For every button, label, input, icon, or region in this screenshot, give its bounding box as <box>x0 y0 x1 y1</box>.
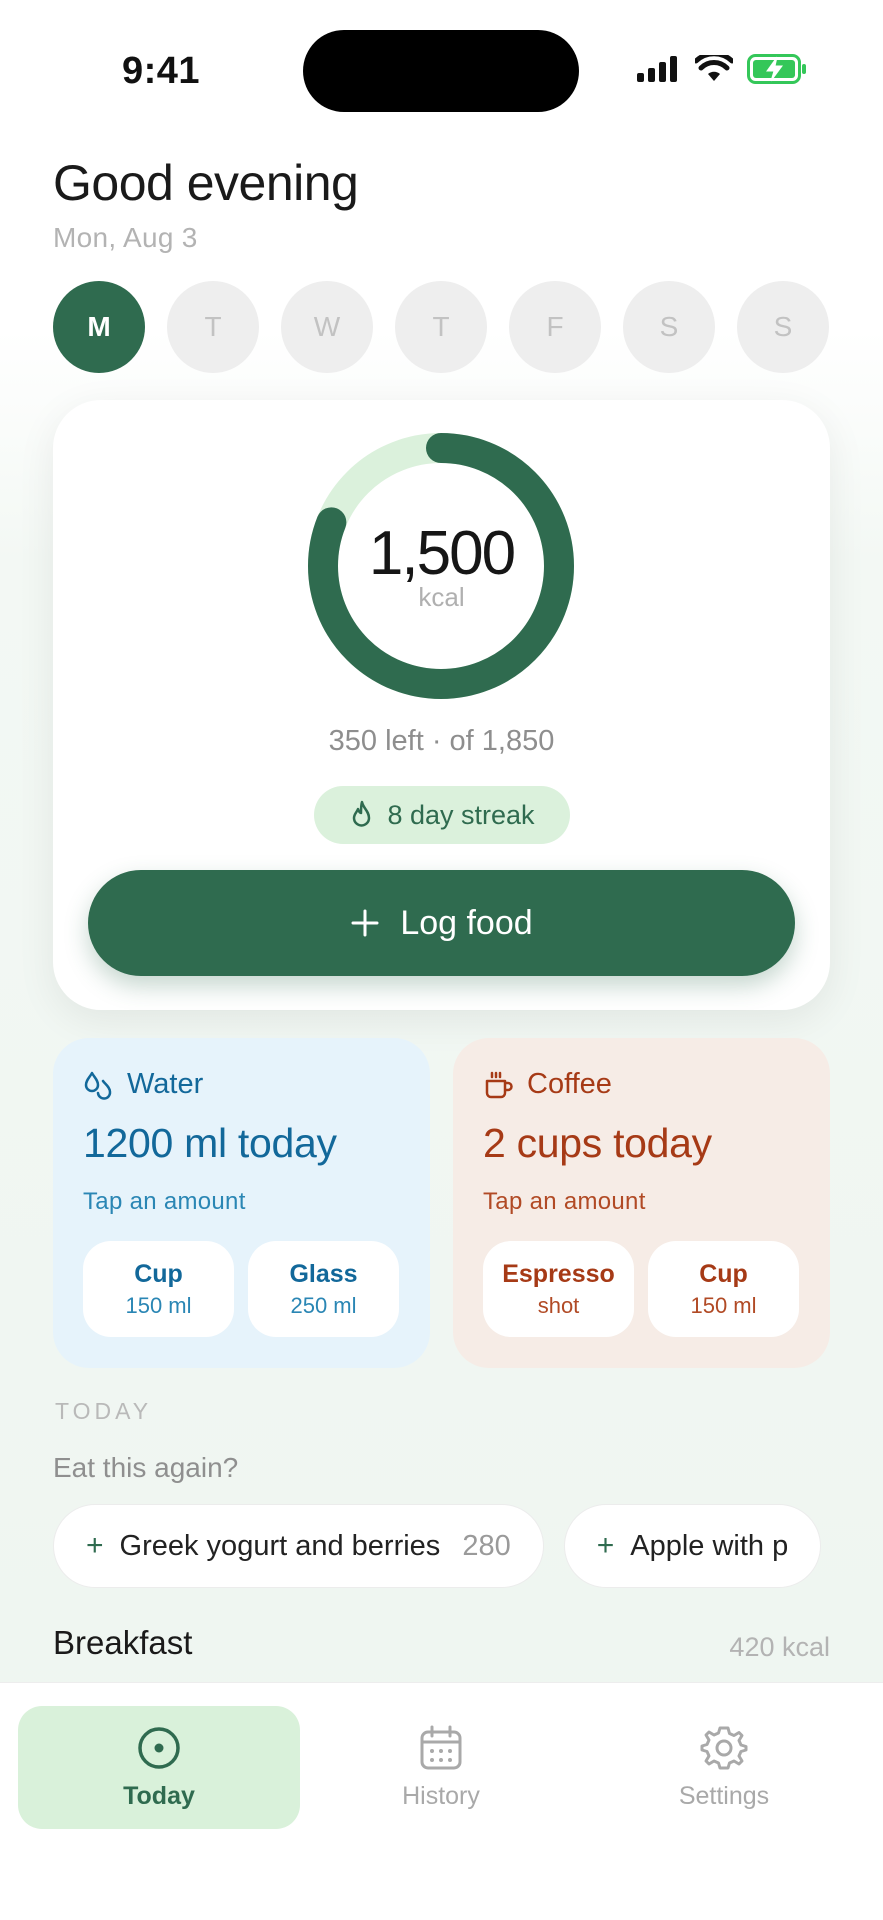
tab-today-label: Today <box>123 1782 195 1810</box>
water-amount: 1200 ml today <box>83 1120 337 1166</box>
day-friday-button[interactable]: F <box>509 281 601 373</box>
coffee-options: Espresso shot Cup 150 ml <box>483 1241 799 1337</box>
gear-icon <box>700 1726 748 1770</box>
target-icon <box>138 1727 180 1769</box>
coffee-card-header: Coffee <box>483 1068 612 1101</box>
signal-icon <box>637 56 677 82</box>
water-hint: Tap an amount <box>83 1188 246 1215</box>
option-size: 150 ml <box>690 1292 757 1318</box>
eat-again-label: Eat this again? <box>53 1452 239 1483</box>
calories-remaining-text: 350 left · of 1,850 <box>328 725 555 757</box>
calorie-summary-card: 1,500 kcal 350 left · of 1,850 8 day str… <box>53 400 830 1010</box>
suggestions-carousel[interactable]: + Greek yogurt and berries 280 + Apple w… <box>53 1504 830 1590</box>
meal-kcal-breakfast: 420 kcal <box>729 1632 830 1662</box>
suggestion-chip[interactable]: + Apple with p <box>563 1504 822 1588</box>
option-size: shot <box>537 1292 580 1318</box>
option-size: 250 ml <box>290 1292 357 1318</box>
day-sunday-button[interactable]: S <box>737 281 829 373</box>
plus-icon <box>351 909 379 937</box>
status-bar: 9:41 <box>0 0 883 112</box>
calories-unit: kcal <box>418 582 465 612</box>
water-title: Water <box>127 1068 204 1100</box>
coffee-title: Coffee <box>527 1068 612 1100</box>
day-tuesday-button[interactable]: T <box>167 281 259 373</box>
day-monday-button[interactable]: M <box>53 281 145 373</box>
calendar-icon <box>420 1725 462 1770</box>
option-name: Espresso <box>502 1259 615 1288</box>
tab-history-label: History <box>402 1782 480 1810</box>
coffee-amount: 2 cups today <box>483 1120 712 1166</box>
water-options: Cup 150 ml Glass 250 ml <box>83 1241 399 1337</box>
water-card-header: Water <box>83 1068 203 1101</box>
option-name: Cup <box>134 1259 183 1288</box>
wifi-icon <box>695 55 733 81</box>
streak-label: 8 day streak <box>387 799 535 830</box>
status-icons <box>637 54 807 84</box>
flame-icon <box>353 800 371 827</box>
tab-settings[interactable]: Settings <box>583 1706 865 1829</box>
coffee-espresso-button[interactable]: Espresso shot <box>483 1241 634 1337</box>
log-food-button[interactable]: Log food <box>88 870 795 976</box>
battery-charging-icon <box>747 54 806 84</box>
plus-icon: + <box>86 1529 104 1562</box>
water-tracker-card: Water 1200 ml today Tap an amount Cup 15… <box>53 1038 430 1368</box>
option-name: Glass <box>289 1259 358 1288</box>
water-glass-button[interactable]: Glass 250 ml <box>248 1241 399 1337</box>
today-section-label: TODAY <box>55 1398 153 1424</box>
status-time: 9:41 <box>122 50 201 92</box>
suggestion-name: Apple with p <box>630 1529 789 1562</box>
day-saturday-button[interactable]: S <box>623 281 715 373</box>
current-date: Mon, Aug 3 <box>53 222 198 253</box>
calories-consumed-value: 1,500 <box>368 519 516 588</box>
droplets-icon <box>84 1071 112 1100</box>
week-day-selector: M T W T F S S <box>53 281 829 373</box>
meal-title-breakfast[interactable]: Breakfast <box>53 1624 192 1662</box>
day-wednesday-button[interactable]: W <box>281 281 373 373</box>
bottom-tab-bar: Today History Settings <box>0 1682 883 1920</box>
log-food-label: Log food <box>400 903 533 942</box>
tab-settings-label: Settings <box>678 1782 770 1810</box>
greeting-title: Good evening <box>53 155 359 211</box>
option-name: Cup <box>699 1259 748 1288</box>
tab-today[interactable]: Today <box>18 1706 300 1829</box>
suggestion-chip[interactable]: + Greek yogurt and berries 280 <box>53 1504 544 1588</box>
option-size: 150 ml <box>125 1292 192 1318</box>
suggestion-name: Greek yogurt and berries <box>119 1529 441 1562</box>
suggestions-row: + Greek yogurt and berries 280 + Apple w… <box>53 1504 830 1588</box>
water-cup-button[interactable]: Cup 150 ml <box>83 1241 234 1337</box>
day-thursday-button[interactable]: T <box>395 281 487 373</box>
tab-history[interactable]: History <box>300 1706 582 1829</box>
coffee-tracker-card: Coffee 2 cups today Tap an amount Espres… <box>453 1038 830 1368</box>
coffee-hint: Tap an amount <box>483 1188 646 1215</box>
coffee-cup-button[interactable]: Cup 150 ml <box>648 1241 799 1337</box>
dynamic-island <box>303 30 579 112</box>
coffee-cup-icon <box>485 1071 513 1098</box>
suggestion-kcal: 280 <box>462 1529 511 1562</box>
streak-badge: 8 day streak <box>314 786 570 844</box>
plus-icon: + <box>596 1529 615 1562</box>
